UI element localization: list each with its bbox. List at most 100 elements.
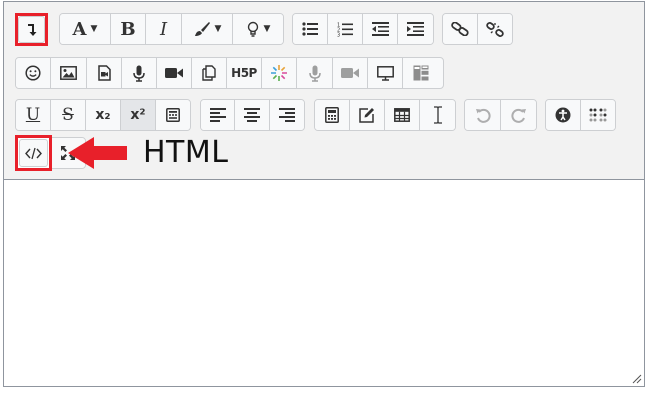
image-button[interactable] <box>51 58 87 88</box>
subscript-button[interactable]: x₂ <box>86 100 121 130</box>
font-color-icon: A <box>72 18 87 40</box>
microphone-icon <box>308 65 321 82</box>
monitor-icon <box>376 65 394 81</box>
align-right-button[interactable] <box>269 100 304 130</box>
video-camera-icon <box>165 68 183 78</box>
outdent-icon <box>371 22 389 36</box>
styles-button[interactable]: ▼ <box>233 14 283 44</box>
chevron-down-icon: ▼ <box>214 24 222 34</box>
italic-icon: I <box>159 18 168 40</box>
html-button-highlight <box>15 135 52 171</box>
accessibility-icon <box>555 107 571 123</box>
italic-button[interactable]: I <box>146 14 182 44</box>
editor-content-area[interactable] <box>4 180 644 386</box>
show-more-buttons-icon <box>27 23 36 36</box>
link-button[interactable] <box>443 14 478 44</box>
align-center-icon <box>244 108 261 122</box>
h5p-button[interactable]: H5P <box>227 58 262 88</box>
text-format-group: U S x₂ x² <box>15 99 191 131</box>
callout-arrow <box>68 137 127 169</box>
layout-icon <box>413 65 428 81</box>
record-video-alt-button[interactable] <box>333 58 368 88</box>
brush-icon <box>194 22 210 36</box>
indent-button[interactable] <box>398 14 433 44</box>
html-callout-label: HTML <box>143 135 229 170</box>
video-file-icon <box>97 65 111 81</box>
indent-icon <box>407 22 424 36</box>
record-audio-button[interactable] <box>122 58 157 88</box>
chevron-down-icon: ▼ <box>90 24 98 34</box>
manage-files-button[interactable] <box>192 58 227 88</box>
link-icon <box>451 22 469 36</box>
edit-button[interactable] <box>350 100 385 130</box>
insert-group <box>314 99 456 131</box>
layout-button[interactable] <box>403 58 438 88</box>
braille-icon <box>589 108 607 122</box>
smiley-icon <box>25 65 41 81</box>
table-button[interactable] <box>385 100 420 130</box>
align-group <box>200 99 305 131</box>
numbered-list-icon: 1 2 3 <box>337 22 353 37</box>
superscript-button[interactable]: x² <box>121 100 156 130</box>
bold-icon: B <box>120 18 136 40</box>
h5p-icon: H5P <box>231 66 257 80</box>
text-cursor-button[interactable] <box>420 100 455 130</box>
video-camera-icon <box>341 68 359 78</box>
underline-button[interactable]: U <box>16 100 51 130</box>
font-color-button[interactable]: A ▼ <box>60 14 111 44</box>
code-icon <box>25 147 42 159</box>
equation-button[interactable] <box>315 100 350 130</box>
redo-icon <box>510 108 526 123</box>
subscript-icon: x₂ <box>95 107 111 123</box>
undo-icon <box>475 108 491 123</box>
files-icon <box>202 65 216 81</box>
record-audio-alt-button[interactable] <box>297 58 333 88</box>
ordered-list-button[interactable]: 1 2 3 <box>328 14 363 44</box>
media-button[interactable] <box>87 58 122 88</box>
html-button[interactable] <box>19 139 48 167</box>
strikethrough-button[interactable]: S <box>51 100 86 130</box>
link-group <box>442 13 513 45</box>
table-icon <box>394 108 410 122</box>
screen-button[interactable] <box>368 58 403 88</box>
align-left-button[interactable] <box>201 100 236 130</box>
keyboard-icon <box>166 108 180 122</box>
kaltura-button[interactable] <box>262 58 297 88</box>
unlink-icon <box>486 21 504 37</box>
sparkle-icon <box>271 65 287 81</box>
strikethrough-icon: S <box>62 105 74 125</box>
text-cursor-icon <box>433 106 442 124</box>
align-center-button[interactable] <box>235 100 270 130</box>
bold-button[interactable]: B <box>111 14 146 44</box>
underline-icon: U <box>25 105 41 125</box>
font-style-group: A ▼ B I ▼ ▼ <box>59 13 284 45</box>
undo-button[interactable] <box>465 100 501 130</box>
highlight-button[interactable]: ▼ <box>182 14 233 44</box>
unordered-list-button[interactable] <box>293 14 328 44</box>
record-video-button[interactable] <box>157 58 192 88</box>
edit-icon <box>359 108 374 123</box>
outdent-button[interactable] <box>363 14 398 44</box>
show-more-buttons-highlight <box>15 13 48 46</box>
align-left-icon <box>209 108 226 122</box>
redo-button[interactable] <box>501 100 536 130</box>
calculator-icon <box>325 107 339 123</box>
list-group: 1 2 3 <box>292 13 434 45</box>
screenreader-helper-button[interactable] <box>580 100 615 130</box>
accessibility-group <box>545 99 616 131</box>
lightbulb-icon <box>247 21 258 37</box>
bullet-list-icon <box>302 22 318 36</box>
charmap-button[interactable] <box>156 100 190 130</box>
image-icon <box>60 66 77 80</box>
chevron-down-icon: ▼ <box>263 24 271 34</box>
accessibility-checker-button[interactable] <box>546 100 581 130</box>
atto-editor: A ▼ B I ▼ ▼ 1 2 3 H5P U S x₂ x² HTML <box>3 1 645 387</box>
show-more-buttons-button[interactable] <box>18 16 45 43</box>
microphone-icon <box>133 65 145 82</box>
history-group <box>464 99 537 131</box>
unlink-button[interactable] <box>477 14 512 44</box>
resize-handle-icon[interactable] <box>632 374 642 384</box>
emoticon-button[interactable] <box>16 58 51 88</box>
align-right-icon <box>278 108 295 122</box>
svg-text:3: 3 <box>337 32 340 37</box>
